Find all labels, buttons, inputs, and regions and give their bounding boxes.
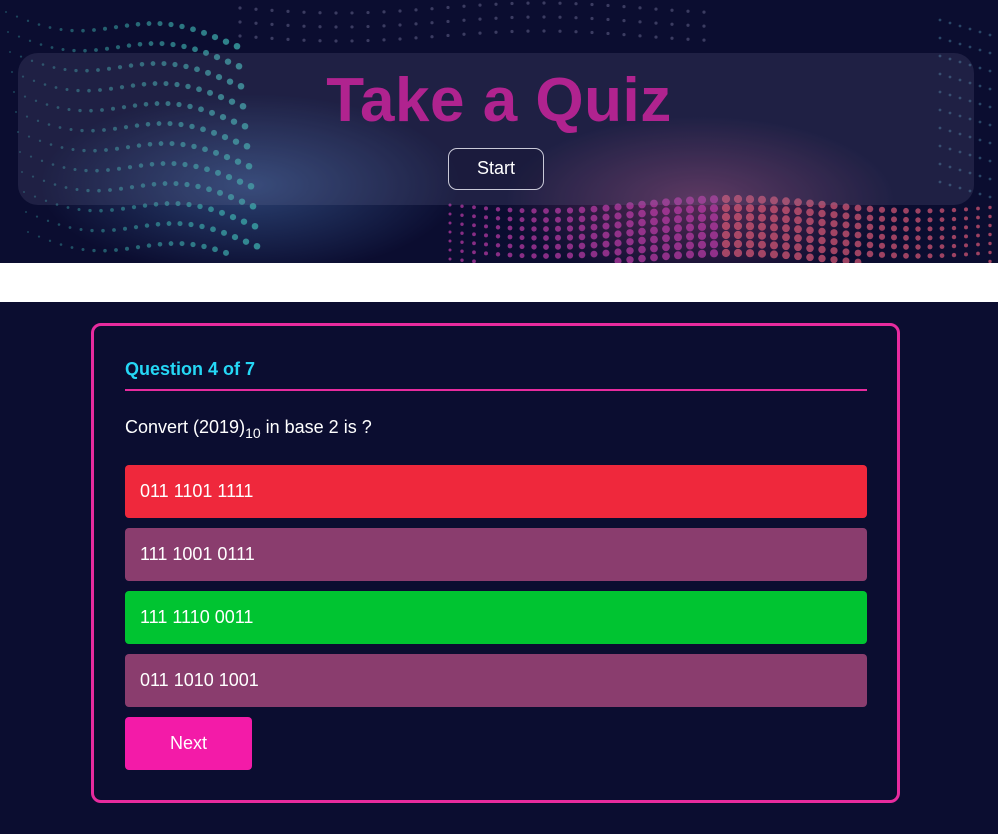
answer-option-1[interactable]: 011 1101 1111 — [125, 465, 867, 518]
page-title: Take a Quiz — [326, 66, 672, 135]
hero-banner: Take a Quiz Start — [0, 0, 998, 263]
question-subscript: 10 — [245, 425, 261, 441]
section-divider-band — [0, 263, 998, 302]
start-button[interactable]: Start — [448, 148, 544, 190]
answer-option-2[interactable]: 111 1001 0111 — [125, 528, 867, 581]
question-prefix: Convert (2019) — [125, 417, 246, 437]
next-button[interactable]: Next — [125, 717, 252, 770]
quiz-card: Question 4 of 7 Convert (2019)10 in base… — [91, 323, 900, 803]
question-text: Convert (2019)10 in base 2 is ? — [125, 417, 372, 441]
answer-option-4[interactable]: 011 1010 1001 — [125, 654, 867, 707]
question-divider — [125, 389, 867, 391]
question-counter: Question 4 of 7 — [125, 359, 256, 379]
answer-option-3[interactable]: 111 1110 0011 — [125, 591, 867, 644]
question-suffix: in base 2 is ? — [260, 417, 372, 437]
